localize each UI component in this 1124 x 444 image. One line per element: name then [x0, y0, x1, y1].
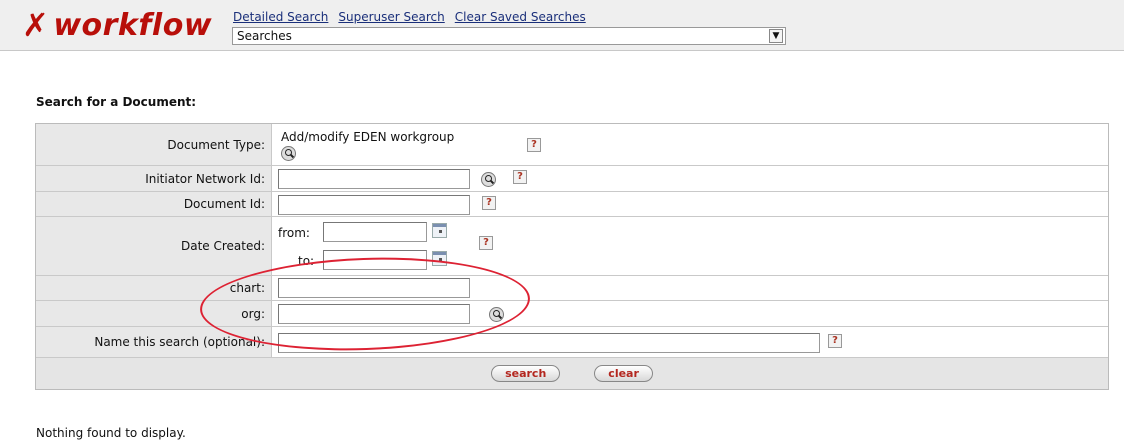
date-created-help-icon[interactable]: ?: [479, 236, 493, 250]
chart-row: chart:: [36, 276, 1108, 301]
name-search-row: Name this search (optional): ?: [36, 327, 1108, 358]
document-type-label: Document Type:: [36, 124, 272, 165]
org-lookup-icon[interactable]: [489, 307, 504, 322]
document-type-row: Document Type: Add/modify EDEN workgroup…: [36, 124, 1108, 166]
clear-saved-searches-link[interactable]: Clear Saved Searches: [455, 10, 586, 24]
from-calendar-icon[interactable]: [432, 223, 447, 238]
document-id-row: Document Id: ?: [36, 192, 1108, 217]
from-date-input[interactable]: [323, 222, 427, 242]
top-links: Detailed Search Superuser Search Clear S…: [233, 10, 586, 24]
section-title: Search for a Document:: [36, 95, 197, 109]
org-cell: [272, 301, 1108, 326]
initiator-input[interactable]: [278, 169, 470, 189]
app-header: ✗ workflow Detailed Search Superuser Sea…: [0, 0, 1124, 51]
initiator-row: Initiator Network Id: ?: [36, 166, 1108, 192]
document-type-cell: Add/modify EDEN workgroup ?: [272, 124, 1108, 165]
document-type-value: Add/modify EDEN workgroup: [281, 130, 455, 144]
to-calendar-icon[interactable]: [432, 251, 447, 266]
to-label: to:: [298, 254, 315, 268]
dropdown-arrow-icon[interactable]: ▼: [769, 29, 783, 43]
date-created-row: Date Created: from: ? to:: [36, 217, 1108, 276]
from-label: from:: [278, 226, 310, 240]
logo-text: workflow: [53, 7, 213, 43]
name-search-input[interactable]: [278, 333, 820, 353]
document-id-input[interactable]: [278, 195, 470, 215]
searches-select-value: Searches: [237, 29, 292, 43]
name-search-label: Name this search (optional):: [36, 327, 272, 357]
date-created-label: Date Created:: [36, 217, 272, 275]
detailed-search-link[interactable]: Detailed Search: [233, 10, 328, 24]
status-message: Nothing found to display.: [36, 426, 186, 440]
document-type-help-icon[interactable]: ?: [527, 138, 541, 152]
document-type-lookup-icon[interactable]: [281, 146, 296, 161]
search-form: Document Type: Add/modify EDEN workgroup…: [35, 123, 1109, 390]
initiator-help-icon[interactable]: ?: [513, 170, 527, 184]
date-created-cell: from: ? to:: [272, 217, 1108, 275]
org-input[interactable]: [278, 304, 470, 324]
document-id-cell: ?: [272, 192, 1108, 216]
org-row: org:: [36, 301, 1108, 327]
name-search-cell: ?: [272, 327, 1108, 357]
to-date-input[interactable]: [323, 250, 427, 270]
chart-cell: [272, 276, 1108, 300]
logo-x-icon: ✗: [22, 6, 50, 44]
searches-select[interactable]: Searches ▼: [232, 27, 786, 45]
initiator-lookup-icon[interactable]: [481, 172, 496, 187]
document-id-label: Document Id:: [36, 192, 272, 216]
workflow-logo[interactable]: ✗ workflow: [22, 6, 212, 44]
chart-label: chart:: [36, 276, 272, 300]
clear-button[interactable]: clear: [594, 365, 653, 382]
initiator-label: Initiator Network Id:: [36, 166, 272, 191]
superuser-search-link[interactable]: Superuser Search: [338, 10, 444, 24]
name-search-help-icon[interactable]: ?: [828, 334, 842, 348]
button-row: search clear: [36, 358, 1108, 389]
org-label: org:: [36, 301, 272, 326]
initiator-cell: ?: [272, 166, 1108, 191]
chart-input[interactable]: [278, 278, 470, 298]
search-button[interactable]: search: [491, 365, 561, 382]
document-id-help-icon[interactable]: ?: [482, 196, 496, 210]
